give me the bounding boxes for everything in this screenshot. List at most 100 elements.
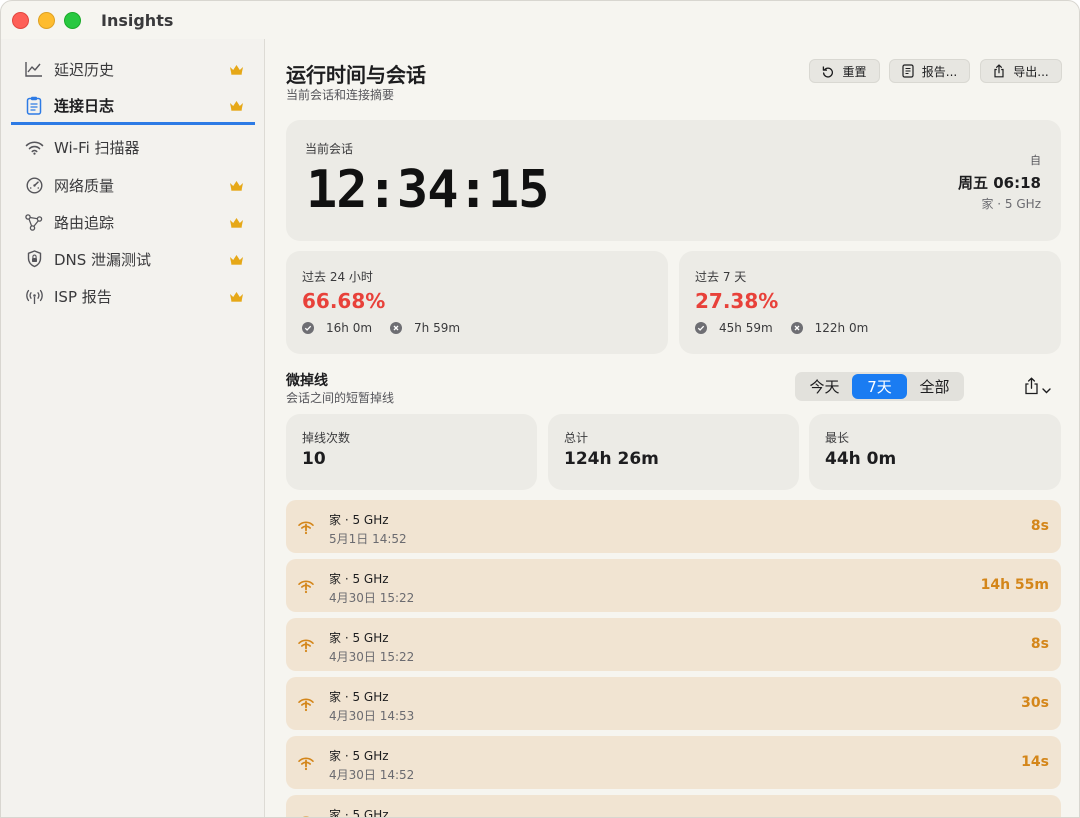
sidebar-item-label: ISP 报告 bbox=[54, 287, 112, 306]
current-session-card: 当前会话 12:34:15 自 周五 06:18 家 · 5 GHz bbox=[286, 120, 1061, 241]
sidebar-item-dns-leak-test[interactable]: DNS 泄漏测试 bbox=[11, 241, 255, 277]
drop-total-value: 124h 26m bbox=[564, 449, 659, 469]
drop-duration: 8s bbox=[1030, 518, 1049, 534]
crown-icon bbox=[227, 99, 245, 113]
drop-network: 家 · 5 GHz bbox=[329, 690, 389, 704]
uptime-7d-card: 过去 7 天 27.38% 45h 59m 122h 0m bbox=[679, 251, 1061, 354]
range-segmented-control: 今天 7天 全部 bbox=[795, 372, 964, 401]
close-window-button[interactable] bbox=[12, 12, 29, 29]
wifi-warning-icon bbox=[297, 577, 315, 595]
uptime-7d-stats: 45h 59m 122h 0m bbox=[695, 321, 886, 335]
list-item[interactable]: 家 · 5 GHz 4月30日 14:52 14s bbox=[286, 736, 1061, 789]
app-title: Insights bbox=[101, 11, 174, 30]
x-circle-icon bbox=[390, 322, 403, 334]
segment-7-days[interactable]: 7天 bbox=[852, 374, 907, 399]
wifi-icon bbox=[24, 137, 44, 157]
reset-icon bbox=[822, 65, 834, 78]
sidebar-item-latency-history[interactable]: 延迟历史 bbox=[11, 51, 255, 87]
drop-longest-value: 44h 0m bbox=[825, 449, 897, 469]
crown-icon bbox=[227, 215, 245, 229]
drop-network: 家 · 5 GHz bbox=[329, 749, 389, 763]
sidebar-item-wifi-scanner[interactable]: Wi-Fi 扫描器 bbox=[11, 129, 255, 165]
export-button[interactable]: 导出... bbox=[980, 59, 1062, 83]
wifi-warning-icon bbox=[297, 518, 315, 536]
uptime-24h-up: 16h 0m bbox=[326, 321, 373, 335]
drop-date: 4月30日 15:22 bbox=[329, 591, 415, 605]
sidebar-item-label: 路由追踪 bbox=[54, 213, 115, 232]
main-content: 运行时间与会话 当前会话和连接摘要 重置 报告... 导出... 当前会话 12… bbox=[266, 39, 1079, 818]
since-time: 周五 06:18 bbox=[958, 174, 1041, 192]
session-elapsed-time: 12:34:15 bbox=[306, 160, 549, 220]
uptime-24h-card: 过去 24 小时 66.68% 16h 0m 7h 59m bbox=[286, 251, 668, 354]
drop-total-card: 总计 124h 26m bbox=[548, 414, 799, 490]
since-label: 自 bbox=[1030, 154, 1041, 167]
drop-date: 4月30日 14:52 bbox=[329, 768, 415, 782]
sidebar-item-label: Wi-Fi 扫描器 bbox=[54, 138, 140, 157]
drop-count-label: 掉线次数 bbox=[302, 431, 351, 445]
zoom-window-button[interactable] bbox=[64, 12, 81, 29]
gauge-icon bbox=[24, 175, 44, 195]
share-menu-button[interactable] bbox=[1024, 377, 1051, 399]
x-circle-icon bbox=[790, 322, 803, 334]
shield-lock-icon bbox=[24, 249, 44, 269]
session-label: 当前会话 bbox=[305, 142, 354, 156]
wifi-warning-icon bbox=[297, 636, 315, 654]
minimize-window-button[interactable] bbox=[38, 12, 55, 29]
reset-label: 重置 bbox=[842, 64, 867, 79]
crown-icon bbox=[227, 289, 245, 303]
drop-network: 家 · 5 GHz bbox=[329, 808, 389, 818]
segment-all[interactable]: 全部 bbox=[907, 374, 962, 399]
drop-duration: 30s bbox=[1021, 695, 1049, 711]
report-button[interactable]: 报告... bbox=[889, 59, 970, 83]
microdrops-subtitle: 会话之间的短暂掉线 bbox=[286, 391, 395, 405]
uptime-24h-down: 7h 59m bbox=[414, 321, 461, 335]
document-icon bbox=[902, 64, 914, 78]
check-circle-icon bbox=[695, 322, 707, 334]
list-item[interactable]: 家 · 5 GHz 4月30日 14:53 30s bbox=[286, 677, 1061, 730]
drop-duration: 14s bbox=[1021, 754, 1049, 770]
sidebar: 延迟历史 连接日志 Wi-Fi 扫描器 网络质量 路由追踪 DNS 泄漏测试 I… bbox=[1, 39, 265, 817]
drop-network: 家 · 5 GHz bbox=[329, 513, 389, 527]
antenna-icon bbox=[24, 286, 44, 306]
export-label: 导出... bbox=[1013, 64, 1049, 79]
drop-date: 5月1日 14:52 bbox=[329, 532, 407, 546]
crown-icon bbox=[227, 62, 245, 76]
share-icon bbox=[1024, 377, 1039, 399]
reset-button[interactable]: 重置 bbox=[809, 59, 880, 83]
window-controls bbox=[12, 12, 81, 29]
sidebar-item-isp-report[interactable]: ISP 报告 bbox=[11, 278, 255, 314]
wifi-warning-icon bbox=[297, 813, 315, 817]
uptime-24h-label: 过去 24 小时 bbox=[302, 270, 373, 284]
drop-network: 家 · 5 GHz bbox=[329, 631, 389, 645]
drop-date: 4月30日 15:22 bbox=[329, 650, 415, 664]
sidebar-item-label: DNS 泄漏测试 bbox=[54, 250, 152, 269]
drop-total-label: 总计 bbox=[564, 431, 589, 445]
session-network: 家 · 5 GHz bbox=[981, 197, 1041, 211]
uptime-7d-label: 过去 7 天 bbox=[695, 270, 747, 284]
sidebar-item-label: 延迟历史 bbox=[54, 60, 115, 79]
drop-longest-card: 最长 44h 0m bbox=[809, 414, 1061, 490]
sidebar-item-network-quality[interactable]: 网络质量 bbox=[11, 167, 255, 203]
list-item[interactable]: 家 · 5 GHz 5月1日 14:52 8s bbox=[286, 500, 1061, 553]
title-bar: Insights bbox=[1, 1, 1079, 39]
uptime-7d-up: 45h 59m bbox=[719, 321, 773, 335]
chart-line-icon bbox=[24, 59, 44, 79]
share-icon bbox=[993, 64, 1005, 78]
drop-longest-label: 最长 bbox=[825, 431, 850, 445]
clipboard-icon bbox=[24, 96, 44, 116]
check-circle-icon bbox=[302, 322, 314, 334]
drop-duration: 8s bbox=[1030, 636, 1049, 652]
report-label: 报告... bbox=[921, 64, 958, 79]
route-nodes-icon bbox=[24, 212, 44, 232]
list-item[interactable]: 家 · 5 GHz bbox=[286, 795, 1061, 818]
list-item[interactable]: 家 · 5 GHz 4月30日 15:22 14h 55m bbox=[286, 559, 1061, 612]
drop-date: 4月30日 14:53 bbox=[329, 709, 415, 723]
drop-count-value: 10 bbox=[302, 449, 326, 469]
segment-today[interactable]: 今天 bbox=[797, 374, 852, 399]
uptime-7d-percent: 27.38% bbox=[695, 289, 779, 313]
microdrops-title: 微掉线 bbox=[286, 373, 328, 389]
sidebar-item-connection-log[interactable]: 连接日志 bbox=[11, 89, 255, 125]
page-title: 运行时间与会话 bbox=[286, 63, 426, 87]
sidebar-item-traceroute[interactable]: 路由追踪 bbox=[11, 204, 255, 240]
list-item[interactable]: 家 · 5 GHz 4月30日 15:22 8s bbox=[286, 618, 1061, 671]
